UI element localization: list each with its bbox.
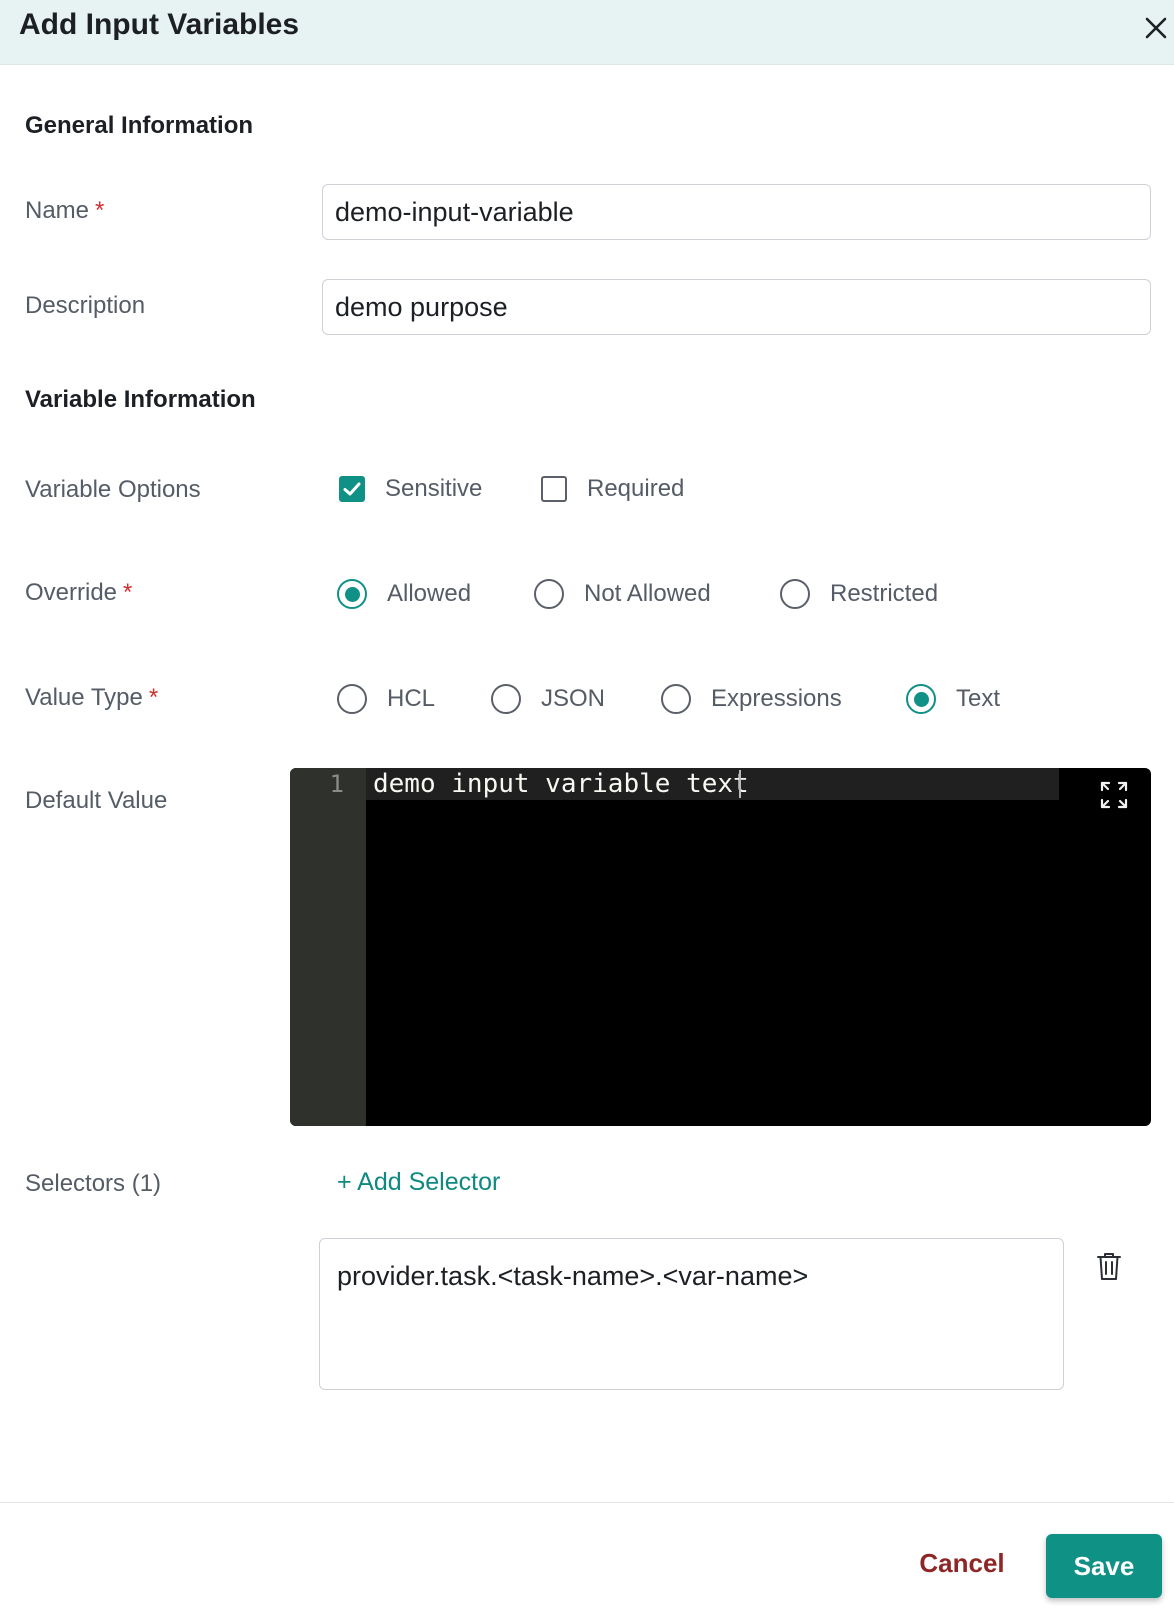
checkbox-unchecked-icon	[541, 476, 567, 502]
sensitive-checkbox[interactable]: Sensitive	[339, 475, 482, 503]
override-allowed-radio[interactable]: Allowed	[337, 579, 471, 609]
line-number: 1	[329, 770, 344, 798]
save-button[interactable]: Save	[1046, 1534, 1162, 1598]
required-label: Required	[587, 475, 685, 502]
required-mark: *	[123, 579, 133, 606]
description-input[interactable]	[322, 279, 1151, 335]
fullscreen-expand-icon[interactable]	[1097, 778, 1131, 812]
variable-options-label: Variable Options	[25, 476, 201, 503]
value-type-text-label: Text	[956, 685, 1001, 712]
selectors-label: Selectors (1)	[25, 1170, 162, 1197]
value-type-json-label: JSON	[541, 685, 606, 712]
selector-input[interactable]: provider.task.<task-name>.<var-name>	[319, 1238, 1064, 1390]
radio-selected-icon	[906, 684, 936, 714]
default-value-label: Default Value	[25, 787, 168, 814]
value-type-expressions-radio[interactable]: Expressions	[661, 684, 842, 714]
description-label: Description	[25, 292, 146, 319]
value-type-text-radio[interactable]: Text	[906, 684, 1000, 714]
text-cursor	[739, 770, 741, 798]
override-restricted-label: Restricted	[830, 580, 939, 607]
radio-unselected-icon	[780, 579, 810, 609]
radio-unselected-icon	[661, 684, 691, 714]
required-checkbox[interactable]: Required	[541, 475, 684, 503]
radio-unselected-icon	[337, 684, 367, 714]
override-restricted-radio[interactable]: Restricted	[780, 579, 938, 609]
default-value-editor[interactable]: 1 demo input variable text	[290, 768, 1151, 1126]
sensitive-label: Sensitive	[385, 475, 483, 502]
override-allowed-label: Allowed	[387, 580, 472, 607]
close-icon[interactable]	[1138, 10, 1174, 46]
trash-icon[interactable]	[1094, 1250, 1124, 1282]
value-type-json-radio[interactable]: JSON	[491, 684, 605, 714]
name-input[interactable]	[322, 184, 1151, 240]
required-mark: *	[148, 684, 159, 711]
radio-unselected-icon	[491, 684, 521, 714]
checkbox-checked-icon	[339, 476, 365, 502]
override-not-allowed-radio[interactable]: Not Allowed	[534, 579, 711, 609]
dialog-header: Add Input Variables	[0, 0, 1174, 65]
dialog-title: Add Input Variables	[19, 8, 300, 41]
value-type-expressions-label: Expressions	[711, 685, 842, 712]
name-label: Name *	[25, 197, 105, 224]
radio-selected-icon	[337, 579, 367, 609]
override-label: Override *	[25, 579, 133, 606]
editor-gutter: 1	[290, 768, 366, 1126]
footer-divider	[0, 1502, 1174, 1503]
required-mark: *	[95, 197, 105, 224]
variable-information-heading: Variable Information	[25, 386, 256, 413]
general-information-heading: General Information	[25, 112, 254, 139]
cancel-button[interactable]: Cancel	[902, 1531, 1022, 1595]
radio-unselected-icon	[534, 579, 564, 609]
value-type-hcl-label: HCL	[387, 685, 436, 712]
code-line[interactable]: demo input variable text	[373, 768, 749, 800]
value-type-hcl-radio[interactable]: HCL	[337, 684, 435, 714]
override-not-allowed-label: Not Allowed	[584, 580, 711, 607]
add-selector-button[interactable]: + Add Selector	[337, 1168, 500, 1197]
value-type-label: Value Type *	[25, 684, 159, 711]
